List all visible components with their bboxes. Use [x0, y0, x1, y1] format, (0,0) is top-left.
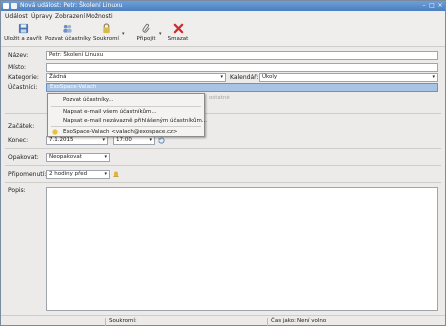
- reminder-value: 2 hodiny před: [49, 171, 88, 177]
- timezone-icon[interactable]: [158, 137, 165, 144]
- end-time-field[interactable]: 17:00 ▾: [113, 136, 155, 145]
- paperclip-icon: [142, 23, 150, 33]
- menu-bar: Událost Úpravy Zobrazení Možnosti: [1, 11, 445, 21]
- name-label: Název:: [8, 52, 29, 59]
- chevron-down-icon: ▾: [149, 137, 152, 143]
- window-title: Nová událost: Petr: Školení Linuxu: [20, 2, 123, 9]
- name-field[interactable]: Petr: Školení Linuxu: [46, 51, 438, 60]
- reminder-label: Připomenutí:: [8, 171, 47, 178]
- menu-options[interactable]: Možnosti: [86, 13, 113, 20]
- chevron-down-icon: ▾: [432, 74, 435, 80]
- attach-button[interactable]: Připojit: [133, 23, 159, 45]
- category-label: Kategorie:: [8, 74, 39, 81]
- calendar-value: Úkoly: [262, 74, 278, 80]
- invite-attendees-button[interactable]: Pozvat účastníky: [45, 23, 91, 45]
- start-label: Začátek:: [8, 123, 35, 130]
- chevron-down-icon: ▾: [104, 154, 107, 160]
- chevron-down-icon: ▾: [220, 74, 223, 80]
- title-bar: Nová událost: Petr: Školení Linuxu – □ ×: [1, 1, 445, 11]
- delete-button[interactable]: Smazat: [167, 23, 189, 45]
- separator: [5, 182, 441, 183]
- menu-separator: [51, 106, 201, 107]
- event-editor-window: Nová událost: Petr: Školení Linuxu – □ ×…: [0, 0, 446, 326]
- description-label: Popis:: [8, 187, 26, 194]
- close-window-icon[interactable]: ×: [437, 3, 443, 9]
- place-field[interactable]: [46, 63, 438, 72]
- maximize-icon[interactable]: □: [429, 3, 435, 9]
- attendees-label: Účastníci:: [8, 84, 38, 91]
- repeat-label: Opakovat:: [8, 154, 39, 161]
- app-icon: [3, 3, 9, 9]
- chevron-down-icon: ▾: [102, 137, 105, 143]
- toolbar: Uložit a zavřít Pozvat účastníky Soukrom…: [1, 21, 445, 47]
- reminder-combo[interactable]: 2 hodiny před ▾: [46, 170, 110, 179]
- menu-item-email-pending[interactable]: Napsat e-mail nezávazně přihlášeným účas…: [63, 118, 207, 124]
- end-time-value: 17:00: [116, 137, 132, 143]
- time-as-value: Není volno: [297, 318, 327, 324]
- description-textarea[interactable]: [46, 187, 438, 311]
- calendar-combo[interactable]: Úkoly ▾: [259, 73, 438, 82]
- menu-edit[interactable]: Úpravy: [31, 13, 52, 20]
- save-close-button[interactable]: Uložit a zavřít: [3, 23, 43, 45]
- attendee-status-partial: ostatné: [209, 95, 230, 101]
- lock-icon: [102, 23, 110, 34]
- attach-dropdown-icon[interactable]: ▾: [159, 31, 162, 37]
- time-as-label: Čas jako:: [271, 318, 296, 324]
- end-label: Konec:: [8, 137, 29, 144]
- menu-separator: [51, 126, 201, 127]
- separator: [5, 148, 441, 149]
- menu-item-attendee[interactable]: ExoSpace-Valach <valach@exospace.cz>: [63, 129, 178, 135]
- repeat-value: Neopakovat: [49, 154, 82, 160]
- calendar-label: Kalendář:: [230, 74, 259, 81]
- people-icon: [62, 24, 72, 33]
- end-date-field[interactable]: 7.1.2015 ▾: [46, 136, 108, 145]
- place-label: Místo:: [8, 64, 27, 71]
- bell-icon: [113, 171, 119, 177]
- menu-item-invite[interactable]: Pozvat účastníky...: [63, 97, 114, 103]
- status-divider: [267, 318, 268, 326]
- menu-item-email-all[interactable]: Napsat e-mail všem účastníkům...: [63, 109, 157, 115]
- end-date-value: 7.1.2015: [49, 137, 74, 143]
- separator: [5, 165, 441, 166]
- menu-event[interactable]: Událost: [5, 13, 28, 20]
- delete-icon: [173, 23, 183, 34]
- attendee-row[interactable]: ExoSpace-Valach: [46, 83, 438, 92]
- private-button[interactable]: Soukromí: [91, 23, 121, 45]
- privacy-status-label: Soukromí:: [109, 318, 137, 324]
- category-combo[interactable]: Žádná ▾: [46, 73, 226, 82]
- attendee-status-icon: [52, 129, 58, 135]
- save-icon: [18, 23, 28, 34]
- attendee-context-menu: Pozvat účastníky... Napsat e-mail všem ú…: [47, 93, 207, 137]
- window-menu-icon[interactable]: [11, 3, 17, 9]
- private-dropdown-icon[interactable]: ▾: [122, 31, 125, 37]
- repeat-combo[interactable]: Neopakovat ▾: [46, 153, 110, 162]
- status-bar: Soukromí: Čas jako: Není volno: [1, 315, 445, 326]
- menu-view[interactable]: Zobrazení: [55, 13, 85, 20]
- chevron-down-icon: ▾: [104, 171, 107, 177]
- status-divider: [105, 318, 106, 326]
- minimize-icon[interactable]: –: [421, 3, 427, 9]
- category-value: Žádná: [49, 74, 67, 80]
